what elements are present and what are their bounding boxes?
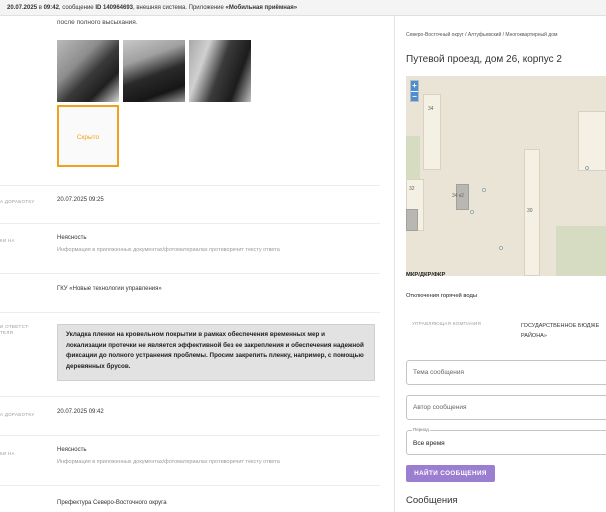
zoom-in-button[interactable]: + [411,81,418,91]
message-date: 20.07.2025 [7,5,38,11]
map-house-label-34k2: 34 к2 [452,193,464,199]
author-field[interactable] [406,395,606,420]
header-connector-2: , сообщение [58,5,96,11]
header-connector-3: , внешняя система. Приложение [133,5,226,11]
topic-input[interactable] [407,361,606,384]
row-value-reason-2: Неясность [57,447,87,453]
map-pin-icon [470,210,474,214]
row-label-returned-2: А ДОРАБОТКУ [0,412,35,417]
period-value: Все время [413,440,445,447]
messages-heading: Сообщения [406,495,458,506]
divider [0,273,380,274]
row-label-reason: КИ НА [0,238,15,243]
hidden-photo-tile[interactable]: Скрыто [57,105,119,167]
divider [0,185,380,186]
building-map[interactable]: 34 32 34 к2 30 + − [406,76,606,276]
row-label-responsible: И ОТВЕТСТ- ТЕЛЯ [0,324,30,335]
photo-thumbnail-2[interactable] [123,40,185,102]
repair-section-title: МКР/ДКР/ФКР [406,272,446,278]
management-company-label: УПРАВЛЯЮЩАЯ КОМПАНИЯ [412,321,482,326]
row-label-reason-2: КИ НА [0,451,15,456]
hidden-photo-label: Скрыто [76,134,100,141]
map-zoom-control: + − [410,80,419,102]
divider [0,223,380,224]
map-house-label-34: 34 [428,106,434,112]
row-label-returned: А ДОРАБОТКУ [0,199,35,204]
row-sub-reason: Информация в приложенных документах/фото… [57,247,280,253]
row-value-returned-date: 20.07.2025 09:25 [57,197,104,203]
row-value-organization-2: Префектура Северо-Восточного округа [57,500,167,506]
map-pin-icon [482,188,486,192]
row-value-reason: Неясность [57,235,87,241]
row-sub-reason-2: Информация в приложенных документах/фото… [57,459,280,465]
period-legend: Период [412,427,430,432]
row-value-organization: ГКУ «Новые технологии управления» [57,286,162,292]
find-messages-button[interactable]: НАЙТИ СООБЩЕНИЯ [406,465,495,482]
row-value-returned-date-2: 20.07.2025 09:42 [57,409,104,415]
message-detail-panel: после полного высыхания. Скрыто А ДОРАБО… [0,16,394,512]
message-header-bar: 20.07.2025 в 09:42, сообщение ID 1409646… [0,0,606,16]
building-info-panel: Северо-Восточный округ / Алтуфьевский / … [395,16,606,512]
hot-water-section-title: Отключения горячей воды [406,293,478,299]
author-input[interactable] [407,396,606,419]
topic-field[interactable] [406,360,606,385]
management-company-value: ГОСУДАРСТВЕННОЕ БЮДЖЕ РАЙОНА» [521,323,600,339]
period-select[interactable]: Период Все время [406,427,606,455]
breadcrumb: Северо-Восточный округ / Алтуфьевский / … [406,32,558,38]
divider [0,396,380,397]
map-house-label-32: 32 [409,186,415,192]
inspector-comment: Укладка пленки на кровельном покрытии в … [57,324,375,381]
divider [0,485,380,486]
photo-thumbnail-1[interactable] [57,40,119,102]
building-address: Путевой проезд, дом 26, корпус 2 [406,54,562,65]
divider [0,312,380,313]
app-name: «Мобильная приёмная» [225,5,298,11]
divider [0,435,380,436]
zoom-out-button[interactable]: − [411,91,418,101]
message-time: 09:42 [43,5,59,11]
map-pin-icon [585,166,589,170]
message-text-tail: после полного высыхания. [57,19,138,26]
map-house-label-30: 30 [527,208,533,214]
photo-thumbnail-3[interactable] [189,40,251,102]
map-pin-icon [499,246,503,250]
message-id: ID 140964693 [95,5,134,11]
